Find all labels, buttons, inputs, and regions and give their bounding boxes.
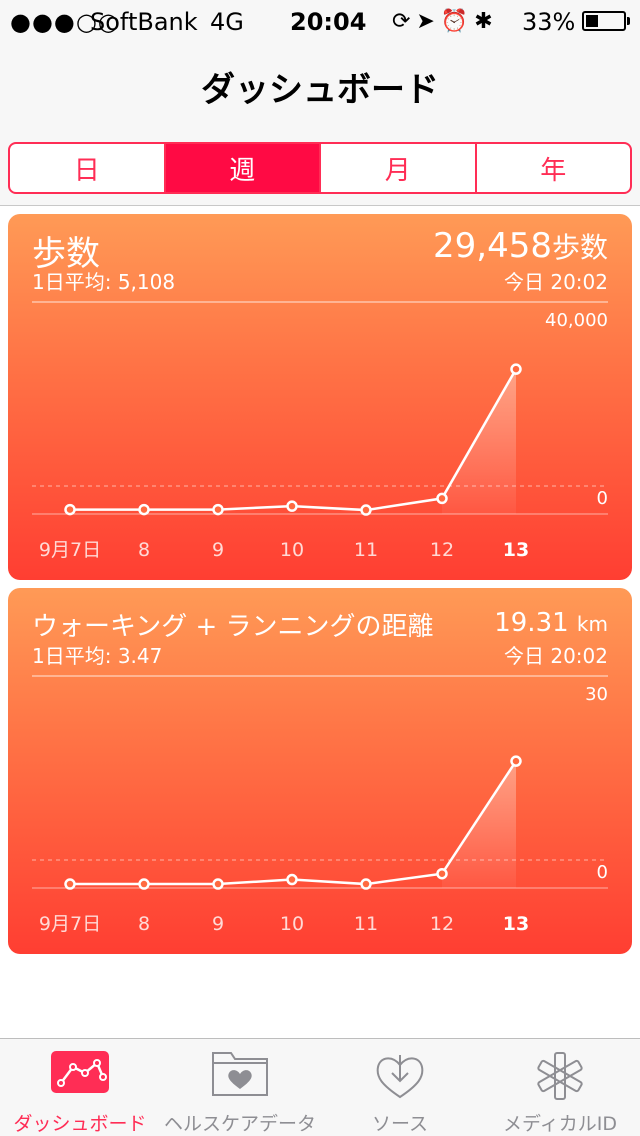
x-tick-label-2: 9 [212,913,224,935]
tab-medical-id[interactable]: メディカルID [480,1039,640,1136]
status-time: 20:04 [290,8,367,36]
tab-label: ソース [371,1113,429,1135]
x-tick-label-3: 10 [280,539,304,561]
x-tick-label-0: 9月7日 [39,539,101,561]
tab-health-data[interactable]: ヘルスケアデータ [160,1039,320,1136]
data-point-5 [436,492,448,505]
period-segmented-control: 日 週 月 年 [8,142,632,194]
distance-line-chart: 30 0 9月7日 8 9 10 11 12 13 [32,675,608,935]
tab-sources[interactable]: ソース [320,1039,480,1136]
health-data-folder-icon [212,1052,268,1096]
data-point-2 [212,503,224,516]
period-selector-bar: 日 週 月 年 [0,130,640,206]
data-point-5 [436,867,448,880]
medical-id-asterisk-icon [537,1052,583,1100]
y-tick-label-min: 0 [597,488,608,509]
data-point-3 [286,873,298,886]
tab-bar: ダッシュボード ヘルスケアデータ ソース メディカルID [0,1038,640,1136]
battery-percent: 33% [522,8,576,36]
data-point-3 [286,500,298,512]
distance-card[interactable]: ウォーキング + ランニングの距離 1日平均: 3.47 19.31 km 今日… [8,588,632,954]
tab-label: ダッシュボード [13,1113,147,1135]
x-tick-label-4: 11 [354,539,378,561]
navigation-bar: ダッシュボード [0,40,640,130]
status-bar: ●●●○○ SoftBank 4G 20:04 ⟳➤⏰✱ 33% [0,0,640,40]
segment-week[interactable]: 週 [165,144,321,192]
page-title: ダッシュボード [201,70,439,110]
segment-year[interactable]: 年 [477,144,631,192]
network-type: 4G [210,8,244,36]
x-tick-label-5: 12 [430,913,454,935]
carrier-name: SoftBank [90,8,198,36]
x-tick-label-4: 11 [354,913,378,935]
tab-dashboard[interactable]: ダッシュボード [0,1039,160,1136]
y-tick-label-max: 40,000 [545,310,608,331]
steps-line-chart: 40,000 0 9月7日 8 9 10 11 12 13 [32,301,608,561]
x-tick-label-3: 10 [280,913,304,935]
dashboard-chart-icon [51,1051,109,1093]
x-tick-label-1: 8 [138,539,150,561]
status-icons: ⟳➤⏰✱ [392,9,499,34]
steps-card[interactable]: 歩数 1日平均: 5,108 29,458歩数 今日 20:02 40,000 0… [8,214,632,580]
segment-day[interactable]: 日 [10,144,166,192]
data-point-0 [64,503,76,516]
y-tick-label-max: 30 [585,684,608,705]
data-point-2 [212,878,224,890]
y-tick-label-min: 0 [597,862,608,883]
battery-icon [582,11,630,31]
tab-label: メディカルID [503,1113,617,1135]
tab-label: ヘルスケアデータ [163,1113,316,1135]
x-tick-label-1: 8 [138,913,150,935]
segment-month[interactable]: 月 [321,144,477,192]
data-point-6 [510,755,522,767]
data-point-6 [510,363,522,375]
x-tick-label-5: 12 [430,539,454,561]
x-tick-label-2: 9 [212,539,224,561]
data-point-1 [138,878,150,890]
x-tick-label-6: 13 [503,913,529,935]
x-tick-label-0: 9月7日 [39,913,101,935]
data-point-1 [138,503,150,516]
x-tick-label-6: 13 [503,539,529,561]
data-point-4 [360,878,372,890]
sources-download-heart-icon [376,1055,424,1099]
data-point-0 [64,878,76,890]
data-point-4 [360,504,372,516]
